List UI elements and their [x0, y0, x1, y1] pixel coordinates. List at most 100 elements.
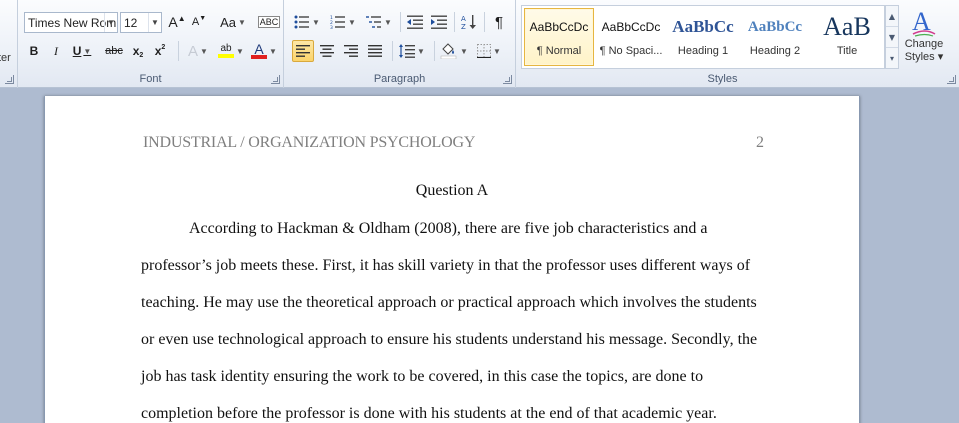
- font-group-label: Font: [139, 73, 162, 85]
- justify-button[interactable]: [364, 40, 386, 62]
- font-color-icon: A: [251, 42, 268, 59]
- align-center-button[interactable]: [316, 40, 338, 62]
- document-area[interactable]: INDUSTRIAL / ORGANIZATION PSYCHOLOGY 2 Q…: [0, 88, 959, 423]
- shrink-font-button[interactable]: A ▼: [189, 11, 209, 33]
- paragraph-group: ▼ 1 2 3 ▼ ▼ A Z ¶ ▼ ▼ ▼ Paragraph: [284, 0, 516, 88]
- page-header: INDUSTRIAL / ORGANIZATION PSYCHOLOGY: [143, 134, 476, 151]
- chevron-down-icon[interactable]: ▼: [148, 13, 161, 32]
- gallery-more-icon[interactable]: ▾: [886, 48, 898, 69]
- decrease-indent-icon: [407, 15, 423, 29]
- text-effects-icon: A: [188, 42, 199, 60]
- svg-text:3: 3: [330, 25, 333, 29]
- strikethrough-button[interactable]: abc: [102, 40, 126, 62]
- paragraph-line: professor’s job meets these. First, it h…: [141, 257, 751, 274]
- clear-formatting-button[interactable]: ABC: [257, 11, 281, 33]
- style-name: Title: [836, 45, 858, 57]
- grow-font-icon: A: [168, 14, 178, 30]
- align-left-icon: [296, 45, 310, 57]
- font-size-value: 12: [124, 15, 138, 30]
- text-effects-button[interactable]: A ▼: [184, 40, 212, 62]
- clipboard-label-fragment: ter: [0, 52, 11, 64]
- change-styles-button[interactable]: A Change Styles ▾: [901, 6, 947, 70]
- sort-icon: A Z: [461, 15, 476, 30]
- chevron-down-icon[interactable]: ▼: [104, 13, 117, 32]
- svg-text:Z: Z: [461, 23, 466, 30]
- bullets-icon: [294, 15, 310, 29]
- show-formatting-marks-button[interactable]: ¶: [488, 11, 510, 33]
- gallery-scroll-down-icon[interactable]: ▼: [886, 27, 898, 48]
- bullets-button[interactable]: ▼: [290, 11, 324, 33]
- shrink-font-icon: A: [191, 16, 200, 28]
- shading-button[interactable]: ▼: [438, 40, 470, 62]
- style-sample: AaB: [823, 12, 871, 41]
- grow-font-button[interactable]: A ▲: [167, 11, 187, 33]
- align-center-icon: [320, 45, 334, 57]
- styles-dialog-launcher-icon[interactable]: [947, 75, 956, 84]
- svg-text:A: A: [461, 15, 466, 23]
- style-name: ¶ Normal: [536, 45, 582, 57]
- styles-group-label: Styles: [707, 73, 738, 85]
- style-name: Heading 2: [749, 45, 801, 57]
- superscript-button[interactable]: x2: [150, 40, 170, 62]
- style-no-spacing[interactable]: AaBbCcDc ¶ No Spaci...: [596, 8, 666, 66]
- sort-button[interactable]: A Z: [458, 11, 480, 33]
- clipboard-dialog-launcher-icon[interactable]: [5, 75, 14, 84]
- clear-formatting-icon: ABC: [257, 16, 281, 28]
- change-case-button[interactable]: Aa ▼: [219, 11, 247, 33]
- style-heading-1[interactable]: AaBbCc Heading 1: [668, 8, 738, 66]
- subscript-button[interactable]: x2: [128, 40, 148, 62]
- numbering-button[interactable]: 1 2 3 ▼: [326, 11, 360, 33]
- style-sample: AaBbCc: [672, 17, 734, 36]
- align-right-button[interactable]: [340, 40, 362, 62]
- question-title: Question A: [415, 182, 489, 199]
- align-right-icon: [344, 45, 358, 57]
- decrease-indent-button[interactable]: [404, 11, 426, 33]
- borders-icon: [477, 44, 492, 58]
- underline-button[interactable]: U ▼: [68, 40, 96, 62]
- multilevel-list-icon: [366, 16, 382, 28]
- styles-gallery-scroll[interactable]: ▲ ▼ ▾: [885, 5, 899, 69]
- change-case-icon: Aa: [220, 14, 236, 30]
- increase-indent-button[interactable]: [428, 11, 450, 33]
- gallery-scroll-up-icon[interactable]: ▲: [886, 6, 898, 27]
- paragraph-line: or even use technological approach to en…: [141, 331, 758, 348]
- change-styles-label-2: Styles ▾: [904, 51, 944, 63]
- style-sample: AaBbCcDc: [529, 20, 589, 34]
- style-name: Heading 1: [677, 45, 729, 57]
- increase-indent-icon: [431, 15, 447, 29]
- style-heading-2[interactable]: AaBbCc Heading 2: [740, 8, 810, 66]
- style-name: ¶ No Spaci...: [599, 45, 663, 57]
- paragraph-line: completion before the professor is done …: [141, 405, 717, 422]
- font-name-value: Times New Rom: [28, 15, 117, 30]
- pilcrow-icon: ¶: [494, 13, 504, 31]
- paint-bucket-icon: [440, 43, 457, 59]
- paragraph-group-label: Paragraph: [373, 73, 426, 85]
- ribbon: ter Times New Rom ▼ 12 ▼ A▲ A▼ Aa▼ ABC B…: [0, 0, 959, 88]
- bold-button[interactable]: B: [24, 40, 44, 62]
- clipboard-group: ter: [0, 0, 18, 88]
- line-spacing-icon: [399, 44, 416, 58]
- style-sample: AaBbCcDc: [601, 20, 661, 34]
- italic-button[interactable]: I: [46, 40, 66, 62]
- align-left-button[interactable]: [292, 40, 314, 62]
- style-sample: AaBbCc: [747, 18, 803, 35]
- change-styles-icon: A: [912, 7, 936, 37]
- font-size-combo[interactable]: 12 ▼: [120, 12, 162, 33]
- change-styles-label-1: Change: [904, 38, 944, 50]
- numbering-icon: 1 2 3: [330, 15, 346, 29]
- style-normal[interactable]: AaBbCcDc ¶ Normal: [524, 8, 594, 66]
- style-title[interactable]: AaB Title: [812, 8, 882, 66]
- styles-gallery: AaBbCcDc ¶ Normal AaBbCcDc ¶ No Spaci...…: [521, 5, 885, 69]
- font-dialog-launcher-icon[interactable]: [271, 75, 280, 84]
- borders-button[interactable]: ▼: [474, 40, 504, 62]
- font-group: Times New Rom ▼ 12 ▼ A ▲ A ▼ Aa ▼ ABC B I U…: [18, 0, 284, 88]
- document-page[interactable]: INDUSTRIAL / ORGANIZATION PSYCHOLOGY 2 Q…: [44, 96, 860, 423]
- font-name-combo[interactable]: Times New Rom ▼: [24, 12, 118, 33]
- highlight-icon: ab: [218, 44, 235, 58]
- highlight-button[interactable]: ab ▼: [216, 40, 246, 62]
- justify-icon: [368, 45, 382, 57]
- line-spacing-button[interactable]: ▼: [396, 40, 428, 62]
- multilevel-list-button[interactable]: ▼: [362, 11, 396, 33]
- paragraph-dialog-launcher-icon[interactable]: [503, 75, 512, 84]
- font-color-button[interactable]: A ▼: [250, 40, 278, 62]
